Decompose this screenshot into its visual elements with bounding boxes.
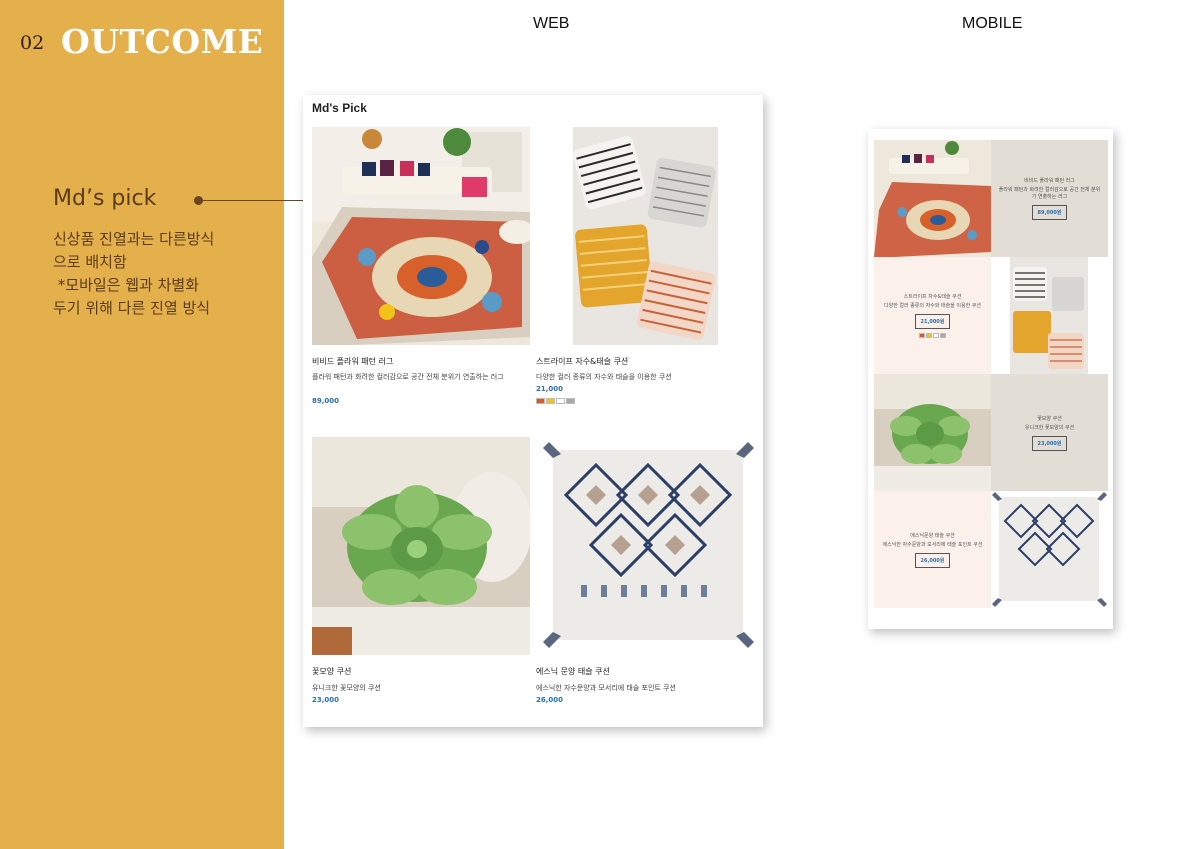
product-name[interactable]: 에스닉 문양 태슬 쿠션 [536,666,610,677]
ethnic-cushion-image[interactable] [541,440,756,650]
web-header: WEB [533,15,570,32]
mobile-price-button[interactable]: 23,000원 [1031,435,1068,451]
rug-illustration [874,140,991,257]
swatch-orange[interactable] [536,398,545,404]
stripe-cushion-illustration [1010,257,1088,374]
swatch-yellow[interactable] [546,398,555,404]
mobile-product-name[interactable]: 비비드 플라워 패턴 러그 [1024,177,1075,184]
rug-image[interactable] [312,127,530,345]
swatch-gray[interactable] [566,398,575,404]
mobile-price-button[interactable]: 21,000원 [914,314,951,329]
product-name[interactable]: 스트라이프 자수&태슬 쿠션 [536,356,628,367]
mobile-price-button[interactable]: 26,000원 [914,552,951,568]
mobile-ethnic-cushion-image[interactable] [991,491,1108,608]
mobile-price-button[interactable]: 89,000원 [1031,205,1068,220]
page: 02 OUTCOME Md’s pick 신상품 진열과는 다른방식 으로 배치… [0,0,1200,849]
rug-illustration [312,127,530,345]
web-mockup: Md's Pick 비비드 플라워 패턴 러그 플라워 패턴과 화려한 컬러감으… [303,95,763,727]
mobile-color-swatches [919,333,946,338]
swatch-orange[interactable] [919,333,925,338]
stripe-cushion-illustration [573,127,718,345]
web-section-title: Md's Pick [312,101,367,115]
stripe-cushion-image[interactable] [573,127,718,345]
mobile-product-description: 유니크한 꽃모양의 쿠션 [1024,424,1075,431]
product-price: 89,000 [312,397,340,405]
mobile-product-name[interactable]: 스트라이프 자수&태슬 쿠션 [904,293,962,300]
product-price: 26,000 [536,696,564,704]
mobile-item-info: 꽃모양 쿠션 유니크한 꽃모양의 쿠션 23,000원 [991,374,1108,491]
mobile-item-info: 비비드 플라워 패턴 러그 플라워 패턴과 화려한 컬러감으로 공간 전체 분위… [991,140,1108,257]
mobile-mockup: 비비드 플라워 패턴 러그 플라워 패턴과 화려한 컬러감으로 공간 전체 분위… [868,129,1113,629]
mobile-product-name[interactable]: 에스닉문양 태슬 쿠션 [910,532,955,539]
mobile-header: MOBILE [962,15,1023,32]
color-swatches [536,398,575,404]
succulent-cushion-illustration [312,437,530,655]
product-price: 21,000 [536,385,564,393]
swatch-gray[interactable] [940,333,946,338]
mobile-item-info: 에스닉문양 태슬 쿠션 에스닉한 자수문양과 모서리에 태슬 포인트 쿠션 26… [874,491,991,608]
product-description: 플라워 패턴과 화려한 컬러감으로 공간 전체 분위기 연출하는 러그 [312,373,504,381]
product-description: 유니크한 꽃모양의 쿠션 [312,684,381,692]
product-description: 다양한 컬러 종류의 자수와 태슬을 이용한 쿠션 [536,373,672,381]
mobile-succulent-cushion-image[interactable] [874,374,991,491]
mobile-stripe-cushion-image[interactable] [1010,257,1088,374]
mobile-rug-image[interactable] [874,140,991,257]
ethnic-cushion-illustration [991,491,1108,608]
mobile-product-description: 플라워 패턴과 화려한 컬러감으로 공간 전체 분위기 연출하는 러그 [998,187,1101,200]
section-number: 02 [20,32,45,54]
annotation-title: Md’s pick [53,186,157,211]
connector-line [200,200,320,201]
swatch-white[interactable] [556,398,565,404]
product-price: 23,000 [312,696,340,704]
mobile-item-info: 스트라이프 자수&태슬 쿠션 다양한 컬러 종류의 자수와 태슬을 이용한 쿠션… [874,257,991,374]
ethnic-cushion-illustration [541,440,756,650]
section-title: OUTCOME [61,22,264,61]
product-description: 에스닉한 자수문양과 모서리에 태슬 포인트 쿠션 [536,684,676,692]
product-name[interactable]: 꽃모양 쿠션 [312,666,351,677]
mobile-product-description: 에스닉한 자수문양과 모서리에 태슬 포인트 쿠션 [882,541,983,548]
product-name[interactable]: 비비드 플라워 패턴 러그 [312,356,393,367]
swatch-white[interactable] [933,333,939,338]
swatch-yellow[interactable] [926,333,932,338]
succulent-cushion-image[interactable] [312,437,530,655]
mobile-product-name[interactable]: 꽃모양 쿠션 [1037,415,1062,422]
mobile-product-description: 다양한 컬러 종류의 자수와 태슬을 이용한 쿠션 [884,303,981,309]
side-panel: 02 OUTCOME Md’s pick 신상품 진열과는 다른방식 으로 배치… [0,0,284,849]
succulent-cushion-illustration [874,374,991,491]
annotation-description: 신상품 진열과는 다른방식 으로 배치함 *모바일은 웹과 차별화 두기 위해 … [53,230,215,317]
